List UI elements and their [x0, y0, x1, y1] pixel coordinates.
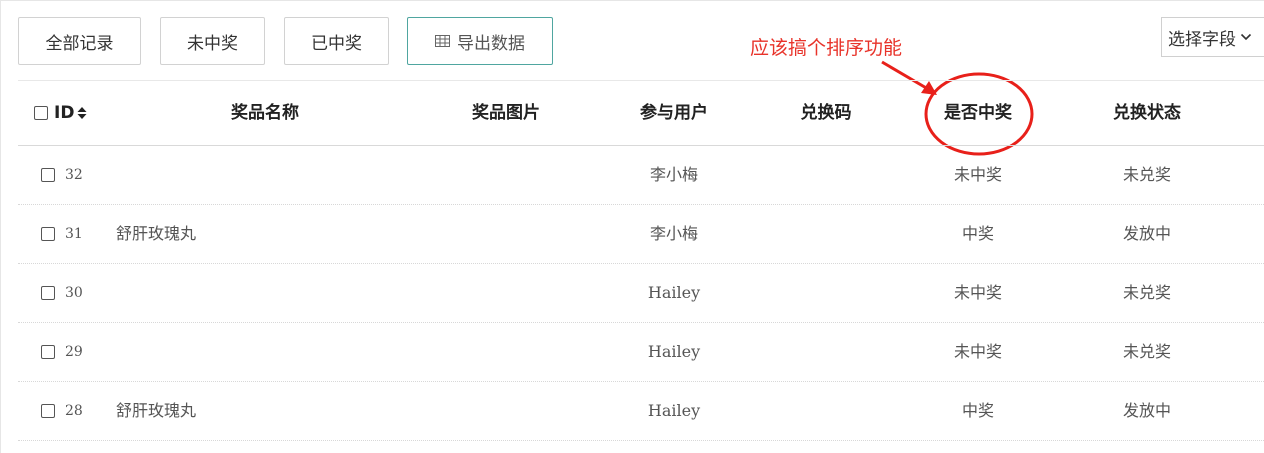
not-won-filter-button[interactable]: 未中奖: [160, 17, 265, 65]
row-id-cell: 28: [41, 382, 83, 440]
row-id: 29: [65, 344, 83, 360]
table-row: 29 Hailey 未中奖 未兑奖: [18, 323, 1264, 382]
row-participant: Hailey: [647, 283, 701, 302]
row-is-winner: 中奖: [961, 401, 994, 420]
not-won-label: 未中奖: [187, 33, 238, 54]
row-is-winner: 未中奖: [953, 283, 1002, 302]
row-redeem-status: 未兑奖: [1122, 165, 1171, 184]
row-checkbox[interactable]: [41, 168, 55, 182]
row-is-winner: 未中奖: [953, 165, 1002, 184]
column-header-participant: 参与用户: [640, 103, 708, 123]
row-participant: 李小梅: [649, 224, 698, 243]
row-is-winner: 未中奖: [953, 342, 1002, 361]
column-header-redeem-status: 兑换状态: [1113, 103, 1181, 123]
all-records-label: 全部记录: [45, 33, 114, 54]
row-id-cell: 29: [41, 323, 83, 381]
select-all-checkbox[interactable]: [34, 106, 48, 120]
row-redeem-status: 未兑奖: [1122, 342, 1171, 361]
field-select-label: 选择字段: [1168, 29, 1236, 50]
row-id-cell: 30: [41, 264, 83, 322]
row-redeem-status: 发放中: [1122, 401, 1171, 420]
row-prize-name: 舒肝玫瑰丸: [116, 224, 197, 243]
column-header-is-winner[interactable]: 是否中奖: [926, 81, 1030, 145]
sort-icon[interactable]: [77, 106, 87, 120]
column-header-id[interactable]: ID: [34, 81, 87, 145]
table-row: 31 舒肝玫瑰丸 李小梅 中奖 发放中: [18, 205, 1264, 264]
chevron-down-icon: [1240, 33, 1252, 41]
table-row: 28 舒肝玫瑰丸 Hailey 中奖 发放中: [18, 382, 1264, 441]
annotation-note: 应该搞个排序功能: [750, 37, 903, 59]
table-grid-icon: [435, 35, 450, 47]
row-participant: Hailey: [647, 401, 701, 420]
all-records-button[interactable]: 全部记录: [18, 17, 141, 65]
column-header-prize-image: 奖品图片: [472, 103, 540, 123]
row-redeem-status: 未兑奖: [1122, 283, 1171, 302]
column-header-id-label: ID: [54, 103, 75, 123]
table-header: ID 奖品名称 奖品图片 参与用户 兑换码 是否中奖 兑换状态: [18, 81, 1264, 146]
export-data-label: 导出数据: [457, 33, 525, 54]
row-checkbox[interactable]: [41, 345, 55, 359]
field-select-dropdown[interactable]: 选择字段: [1161, 17, 1264, 57]
row-id: 32: [65, 167, 83, 183]
table-row: 30 Hailey 未中奖 未兑奖: [18, 264, 1264, 323]
row-id-cell: 31: [41, 205, 83, 263]
won-filter-button[interactable]: 已中奖: [284, 17, 389, 65]
export-data-button[interactable]: 导出数据: [407, 17, 553, 65]
table-row: 32 李小梅 未中奖 未兑奖: [18, 146, 1264, 205]
row-is-winner: 中奖: [961, 224, 994, 243]
row-checkbox[interactable]: [41, 227, 55, 241]
row-id: 30: [65, 285, 83, 301]
row-participant: 李小梅: [649, 165, 698, 184]
row-id: 28: [65, 403, 83, 419]
row-id-cell: 32: [41, 146, 83, 204]
row-checkbox[interactable]: [41, 404, 55, 418]
row-id: 31: [65, 226, 83, 242]
column-header-prize-name: 奖品名称: [231, 103, 299, 123]
records-panel: 全部记录 未中奖 已中奖 导出数据 选择字段 应该搞个排序功能 ID 奖品名称 …: [0, 0, 1264, 453]
row-redeem-status: 发放中: [1122, 224, 1171, 243]
row-checkbox[interactable]: [41, 286, 55, 300]
row-prize-name: 舒肝玫瑰丸: [116, 401, 197, 420]
column-header-redeem-code: 兑换码: [800, 103, 852, 123]
row-participant: Hailey: [647, 342, 701, 361]
won-label: 已中奖: [311, 33, 362, 54]
